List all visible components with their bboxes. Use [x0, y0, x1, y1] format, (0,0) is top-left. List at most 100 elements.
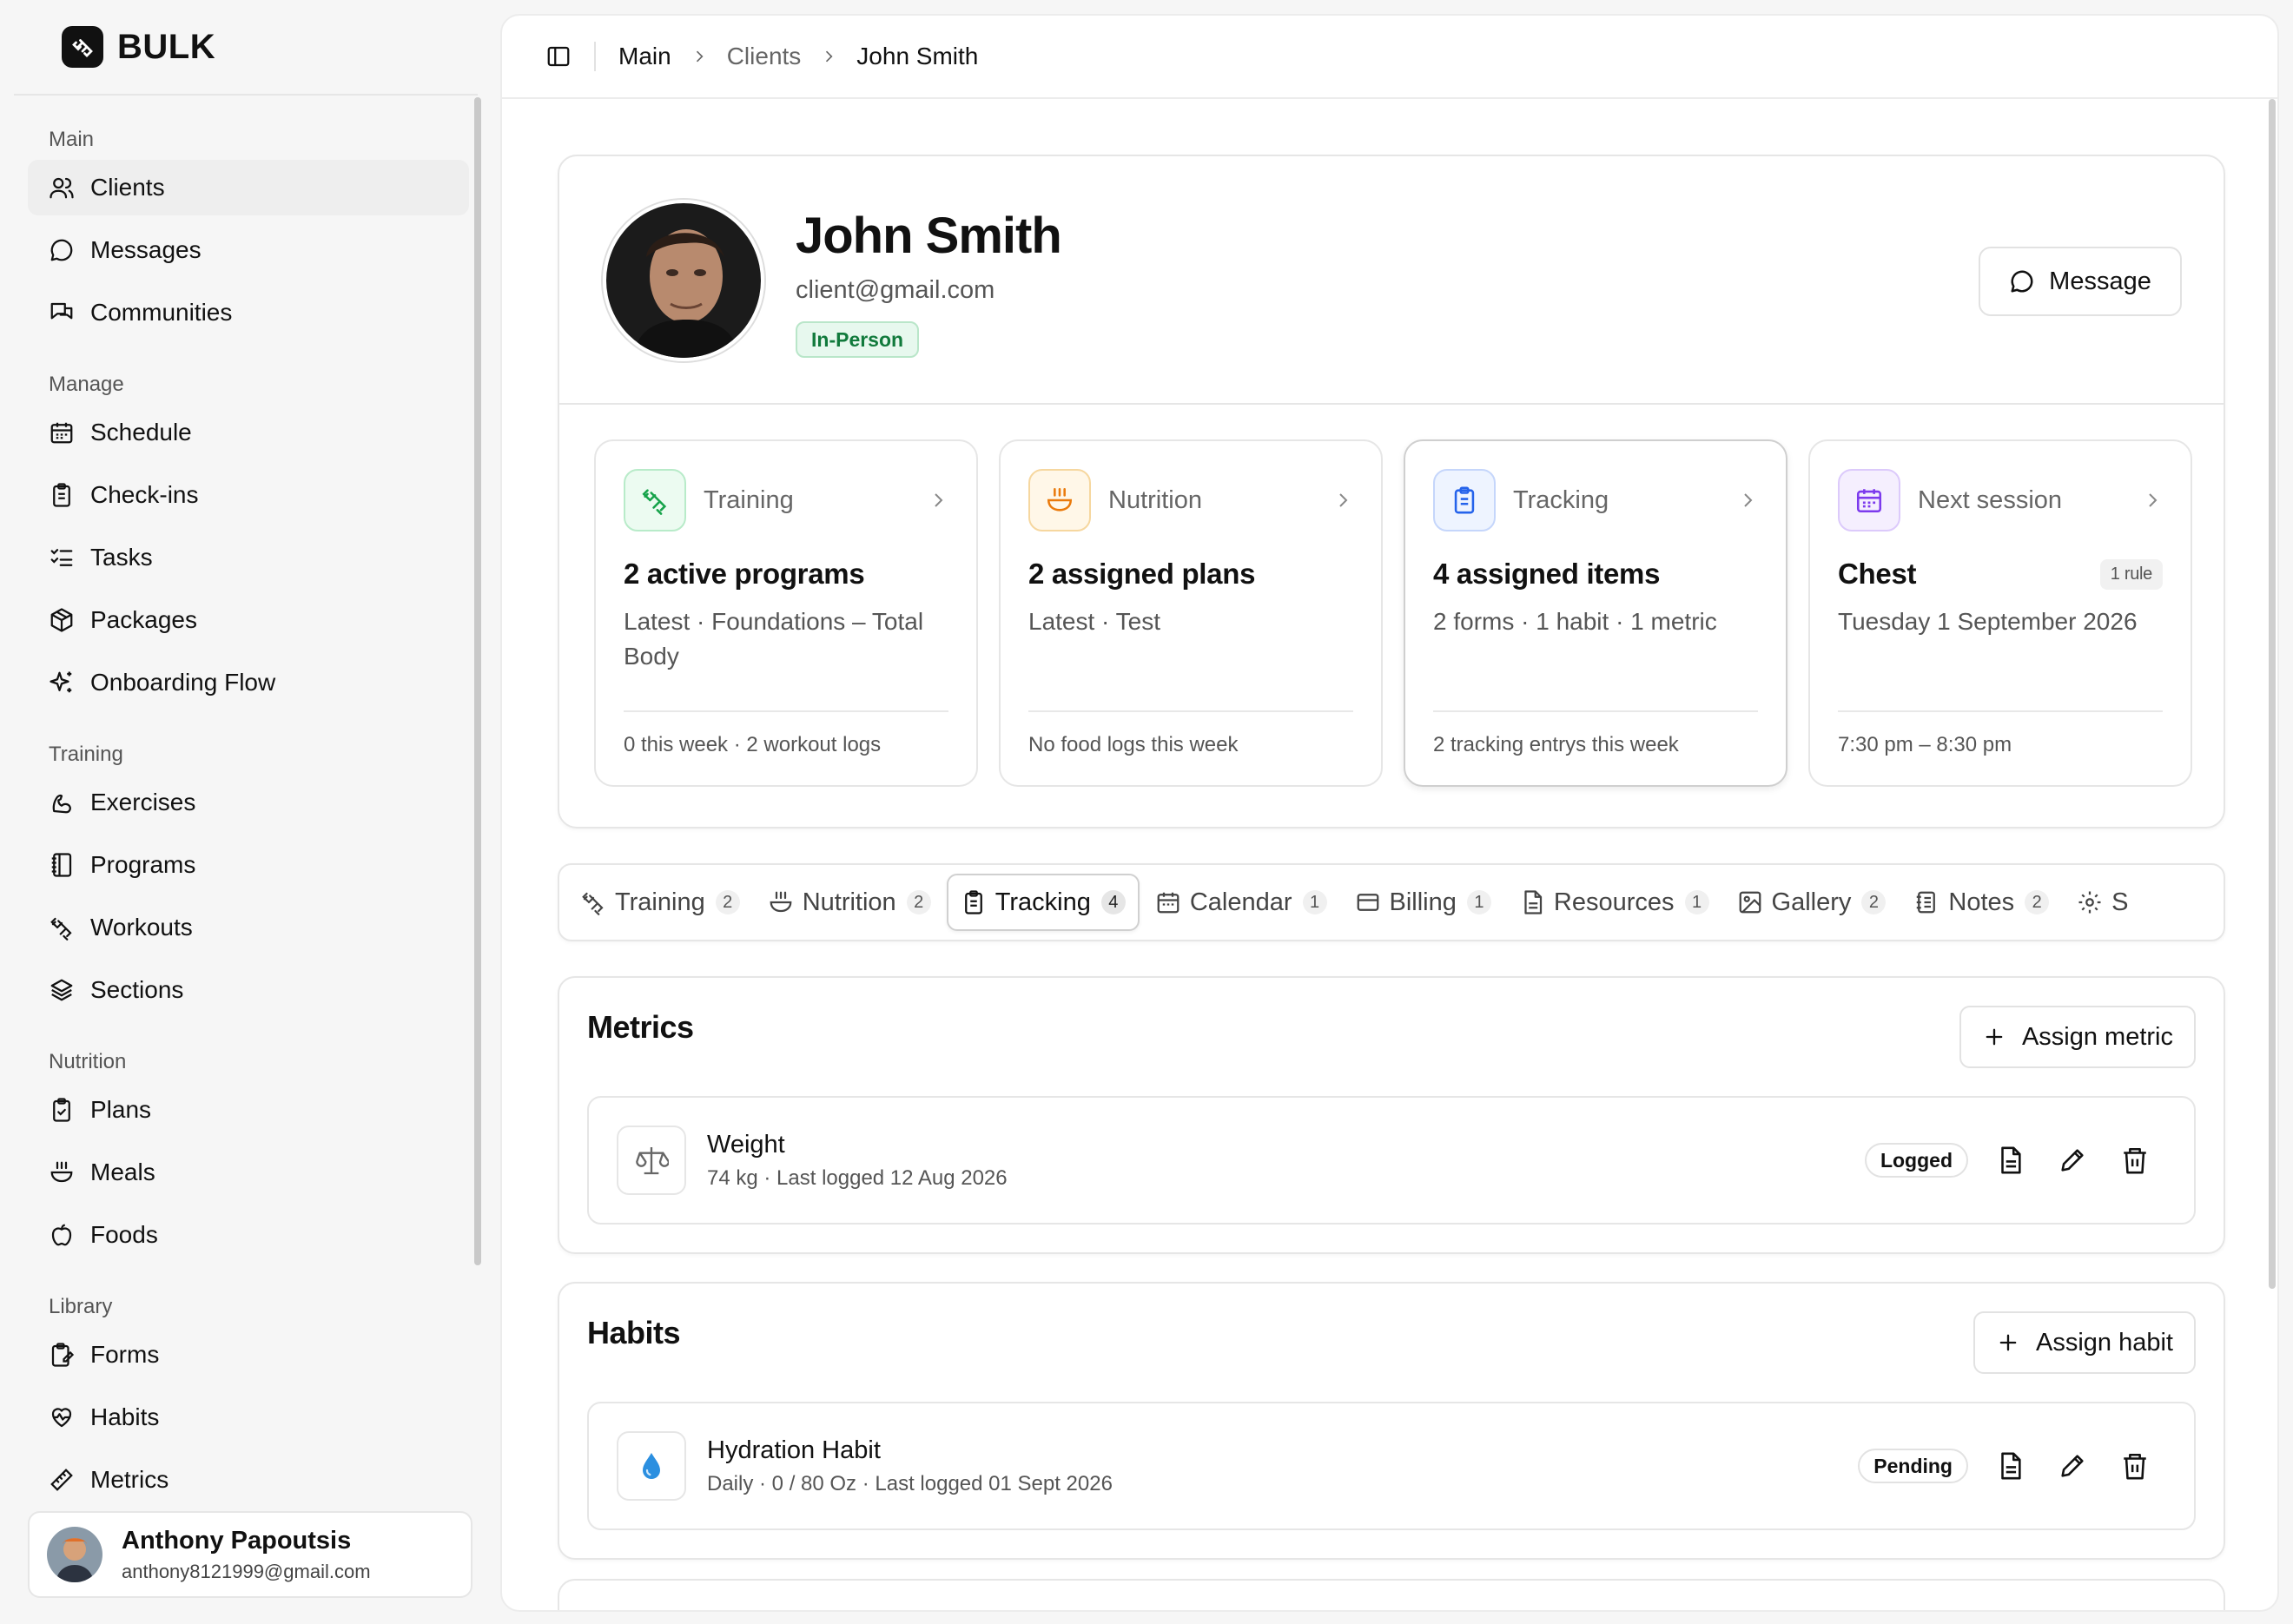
sidebar-item-meals[interactable]: Meals [28, 1145, 469, 1200]
client-header: John Smith client@gmail.com In-Person Me… [559, 156, 2224, 405]
assign-metric-button[interactable]: Assign metric [1959, 1006, 2196, 1068]
message-button[interactable]: Message [1979, 247, 2182, 316]
sidebar-item-tasks[interactable]: Tasks [28, 530, 469, 585]
sidebar-item-forms[interactable]: Forms [28, 1327, 469, 1383]
card-footer: 2 tracking entrys this week [1433, 710, 1758, 757]
chevron-right-icon [2149, 493, 2158, 507]
sidebar-item-plans[interactable]: Plans [28, 1082, 469, 1138]
sidebar-toggle-icon[interactable] [545, 43, 572, 69]
sidebar-item-foods[interactable]: Foods [28, 1207, 469, 1263]
chat-icon [2011, 270, 2033, 293]
edit-button[interactable] [2055, 1143, 2090, 1178]
tab-billing[interactable]: Billing 1 [1343, 874, 1503, 931]
tab-count: 2 [906, 890, 931, 914]
sidebar-item-onboarding-flow[interactable]: Onboarding Flow [28, 655, 469, 710]
chevron-right-icon [935, 493, 943, 507]
card-subtitle: Tuesday 1 September 2026 [1838, 608, 2138, 635]
brand[interactable]: BULK [14, 0, 478, 96]
card-subtitle: Latest · Test [1028, 608, 1161, 635]
metric-subtitle: 74 kg · Last logged 12 Aug 2026 [707, 1165, 1008, 1190]
card-label: Nutrition [1108, 485, 1202, 514]
book-icon [51, 853, 72, 877]
ruler-icon [50, 1469, 73, 1491]
sidebar-item-label: Onboarding Flow [90, 669, 276, 696]
summary-card-next-session[interactable]: Next session Chest 1 rule Tuesday 1 Sept… [1808, 439, 2192, 787]
card-label: Training [704, 485, 794, 514]
sidebar-item-habits[interactable]: Habits [28, 1390, 469, 1445]
sidebar-item-metrics[interactable]: Metrics [28, 1452, 469, 1491]
sidebar-item-label: Communities [90, 299, 233, 326]
summary-card-nutrition[interactable]: Nutrition 2 assigned plans Latest · Test… [999, 439, 1383, 787]
sidebar-item-label: Meals [90, 1159, 155, 1185]
client-name: John Smith [796, 208, 1062, 264]
tab-calendar[interactable]: Calendar 1 [1143, 874, 1339, 931]
metrics-section: Metrics Assign metric Weight 74 kg · Las… [558, 976, 2225, 1254]
habits-section: Habits Assign habit Hydration Habit Dail… [558, 1282, 2225, 1560]
nav-section-library: Library [49, 1295, 113, 1318]
sidebar-item-packages[interactable]: Packages [28, 592, 469, 648]
plus-icon [1986, 1028, 2003, 1046]
view-log-button[interactable] [1992, 1449, 2027, 1483]
sidebar-item-label: Sections [90, 976, 184, 1003]
chevron-right-icon [1339, 493, 1348, 507]
chat-icon [50, 239, 73, 261]
sidebar-scrollbar[interactable] [474, 97, 481, 1265]
calendar-icon [1838, 469, 1900, 531]
card-label: Next session [1918, 485, 2063, 514]
sidebar-item-exercises[interactable]: Exercises [28, 775, 469, 830]
status-badge: Pending [1858, 1449, 1968, 1483]
nav-section-training: Training [49, 743, 123, 766]
breadcrumb-main[interactable]: Main [618, 43, 671, 70]
tab-training[interactable]: Training 2 [568, 874, 752, 931]
sidebar-item-check-ins[interactable]: Check-ins [28, 467, 469, 523]
dumbbell-icon [582, 892, 604, 915]
main-scrollbar[interactable] [2269, 99, 2276, 1289]
tab-settings[interactable]: S [2065, 874, 2140, 931]
tab-label: Calendar [1189, 888, 1292, 916]
delete-button[interactable] [2118, 1143, 2152, 1178]
bowl-icon [1028, 469, 1091, 531]
image-icon [1739, 891, 1761, 914]
summary-card-training[interactable]: Training 2 active programs Latest · Foun… [594, 439, 978, 787]
sidebar-item-schedule[interactable]: Schedule [28, 405, 469, 460]
metric-title: Weight [707, 1130, 785, 1159]
view-log-button[interactable] [1992, 1143, 2027, 1178]
card-subtitle: Latest · Foundations – Total Body [624, 608, 924, 670]
rule-pill: 1 rule [2099, 558, 2163, 590]
user-card[interactable]: Anthony Papoutsis anthony8121999@gmail.c… [28, 1511, 472, 1598]
wallet-icon [1357, 894, 1378, 911]
edit-button[interactable] [2055, 1449, 2090, 1483]
tab-tracking[interactable]: Tracking 4 [946, 874, 1140, 931]
habits-title: Habits [587, 1315, 681, 1350]
sidebar-item-messages[interactable]: Messages [28, 222, 469, 278]
sidebar-item-workouts[interactable]: Workouts [28, 900, 469, 955]
list-checks-icon [50, 549, 73, 566]
client-profile-card: John Smith client@gmail.com In-Person Me… [558, 155, 2225, 829]
list-item[interactable]: Weight 74 kg · Last logged 12 Aug 2026 L… [587, 1096, 2196, 1225]
tab-notes[interactable]: Notes 2 [1901, 874, 2061, 931]
sidebar-item-label: Schedule [90, 419, 192, 446]
nav-section-main: Main [49, 128, 95, 151]
muscle-icon [52, 794, 71, 814]
sidebar-item-label: Foods [90, 1221, 158, 1248]
delete-button[interactable] [2118, 1449, 2152, 1483]
tab-nutrition[interactable]: Nutrition 2 [756, 874, 943, 931]
breadcrumb-clients[interactable]: Clients [727, 43, 802, 70]
tab-label: Training [615, 888, 705, 916]
client-tabs: Training 2 Nutrition 2 Tracking 4 Calend… [558, 863, 2225, 941]
assign-habit-button[interactable]: Assign habit [1973, 1311, 2196, 1374]
clipboard-icon [1433, 469, 1496, 531]
sidebar-item-clients[interactable]: Clients [28, 160, 469, 215]
sparkles-icon [50, 671, 72, 693]
sidebar-item-sections[interactable]: Sections [28, 962, 469, 1018]
card-title: Chest [1838, 558, 1917, 590]
summary-card-tracking[interactable]: Tracking 4 assigned items 2 forms · 1 ha… [1404, 439, 1787, 787]
tab-gallery[interactable]: Gallery 2 [1725, 874, 1899, 931]
list-item[interactable]: Hydration Habit Daily · 0 / 80 Oz · Last… [587, 1402, 2196, 1530]
sidebar-item-programs[interactable]: Programs [28, 837, 469, 893]
tab-resources[interactable]: Resources 1 [1507, 874, 1721, 931]
sidebar-item-communities[interactable]: Communities [28, 285, 469, 340]
topbar-divider [594, 42, 596, 71]
bulk-logo-icon [62, 26, 103, 68]
chats-icon [50, 302, 73, 320]
